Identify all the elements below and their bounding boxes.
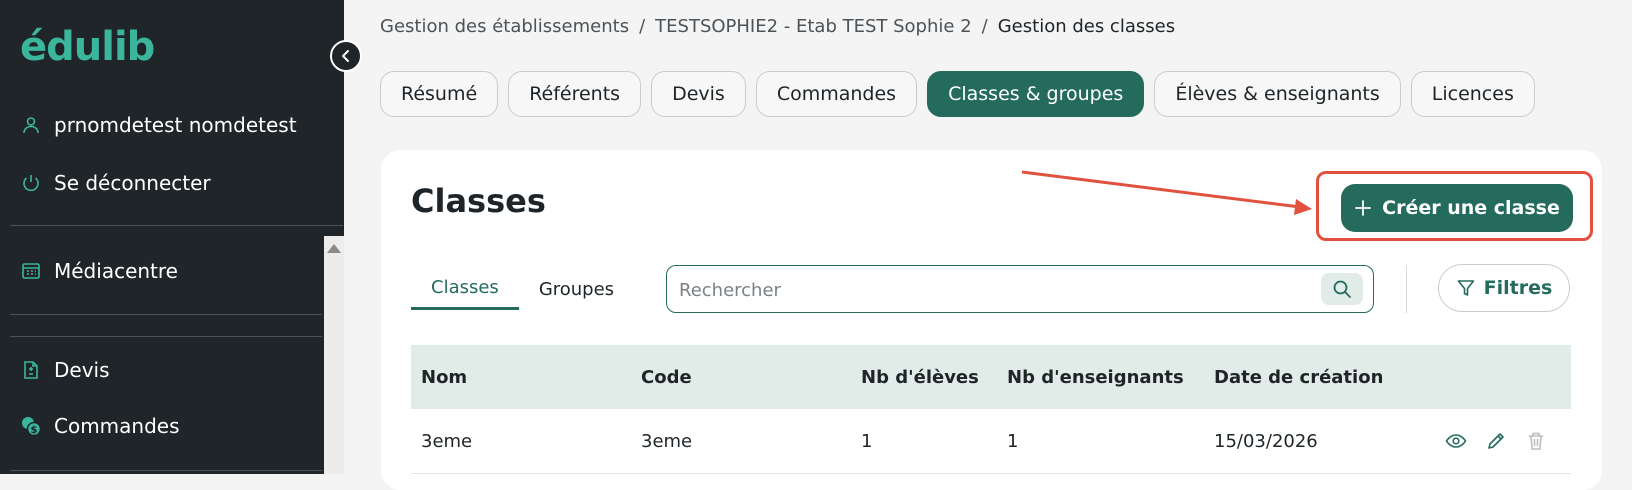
sidebar-item-devis[interactable]: Devis — [20, 354, 110, 386]
search-icon — [1333, 280, 1351, 298]
column-header[interactable]: Nom — [411, 367, 631, 388]
scroll-up-arrow-icon[interactable] — [327, 244, 341, 253]
cell-teacher-count: 1 — [1007, 430, 1019, 452]
quote-document-icon — [20, 359, 42, 381]
tab-referents[interactable]: Référents — [508, 71, 642, 117]
tab-licences[interactable]: Licences — [1410, 71, 1535, 117]
filter-icon — [1457, 280, 1474, 296]
cell-student-count: 1 — [861, 430, 873, 452]
breadcrumb-item[interactable]: TESTSOPHIE2 - Etab TEST Sophie 2 — [655, 16, 972, 37]
sidebar-divider — [10, 336, 322, 337]
sidebar-scrollbar[interactable] — [324, 236, 344, 474]
sidebar-item-commandes[interactable]: $ Commandes — [20, 410, 180, 442]
edulib-logo[interactable]: édulib — [20, 24, 155, 70]
section-tabs: Résumé Référents Devis Commandes Classes… — [380, 71, 1535, 117]
search-input[interactable] — [677, 274, 1301, 306]
column-header[interactable]: Nb d'élèves — [851, 367, 997, 388]
breadcrumb: Gestion des établissements / TESTSOPHIE2… — [380, 16, 1175, 37]
table-row: 3eme 3eme 1 1 15/03/2026 — [411, 409, 1571, 474]
column-header[interactable]: Code — [631, 367, 851, 388]
collapse-sidebar-button[interactable] — [330, 40, 362, 72]
eye-icon — [1445, 434, 1467, 448]
sidebar-divider — [10, 225, 343, 226]
column-header[interactable]: Date de création — [1204, 367, 1434, 388]
power-icon — [20, 172, 42, 194]
pencil-icon — [1488, 433, 1504, 449]
edit-button[interactable] — [1485, 430, 1507, 452]
cell-code: 3eme — [641, 430, 693, 452]
highlight-box: Créer une classe — [1316, 171, 1593, 241]
subtab-classes[interactable]: Classes — [411, 268, 519, 310]
view-button[interactable] — [1445, 430, 1467, 452]
sidebar-item-label: Devis — [54, 358, 110, 382]
svg-text:$: $ — [31, 425, 38, 436]
trash-icon — [1529, 432, 1543, 450]
classes-table: Nom Code Nb d'élèves Nb d'enseignants Da… — [411, 345, 1571, 474]
user-icon — [20, 114, 42, 136]
breadcrumb-current: Gestion des classes — [997, 16, 1176, 37]
toolbar-divider — [1406, 265, 1407, 313]
sidebar-item-mediacentre[interactable]: Médiacentre — [20, 255, 178, 287]
sidebar-user[interactable]: prnomdetest nomdetest — [20, 109, 297, 141]
create-class-label: Créer une classe — [1382, 197, 1560, 219]
filters-label: Filtres — [1483, 277, 1553, 299]
cell-name: 3eme — [421, 430, 473, 452]
sidebar-divider — [10, 470, 322, 471]
tab-commandes[interactable]: Commandes — [755, 71, 918, 117]
class-group-subtabs: Classes Groupes — [411, 268, 634, 310]
create-class-button[interactable]: Créer une classe — [1341, 184, 1573, 232]
page-title: Classes — [411, 182, 546, 220]
tab-devis[interactable]: Devis — [651, 71, 746, 117]
sidebar-logout[interactable]: Se déconnecter — [20, 167, 211, 199]
sidebar-user-label: prnomdetest nomdetest — [54, 113, 297, 137]
sidebar-item-label: Médiacentre — [54, 259, 178, 283]
tab-classes-groupes[interactable]: Classes & groupes — [927, 71, 1145, 117]
breadcrumb-item[interactable]: Gestion des établissements — [380, 16, 629, 37]
cell-created-date: 15/03/2026 — [1214, 430, 1318, 452]
chevron-left-icon — [342, 50, 349, 62]
coins-icon: $ — [20, 415, 42, 437]
sidebar-logout-label: Se déconnecter — [54, 171, 211, 195]
breadcrumb-separator: / — [639, 16, 646, 37]
tab-eleves-enseignants[interactable]: Élèves & enseignants — [1154, 71, 1401, 117]
delete-button[interactable] — [1525, 430, 1547, 452]
sidebar: édulib prnomdetest nomdetest Se déconnec… — [0, 0, 344, 474]
search-button[interactable] — [1321, 273, 1363, 305]
subtab-groupes[interactable]: Groupes — [519, 268, 634, 310]
sidebar-item-label: Commandes — [54, 414, 180, 438]
search-box — [666, 265, 1374, 313]
filters-button[interactable]: Filtres — [1438, 264, 1570, 312]
catalog-icon — [20, 260, 42, 282]
tab-resume[interactable]: Résumé — [380, 71, 499, 117]
classes-card: Classes Créer une classe Classes Groupes… — [381, 150, 1602, 490]
sidebar-divider — [10, 314, 322, 315]
table-header: Nom Code Nb d'élèves Nb d'enseignants Da… — [411, 345, 1571, 409]
column-header[interactable]: Nb d'enseignants — [997, 367, 1204, 388]
breadcrumb-separator: / — [981, 16, 988, 37]
row-actions — [1434, 430, 1571, 452]
plus-icon — [1355, 200, 1372, 216]
